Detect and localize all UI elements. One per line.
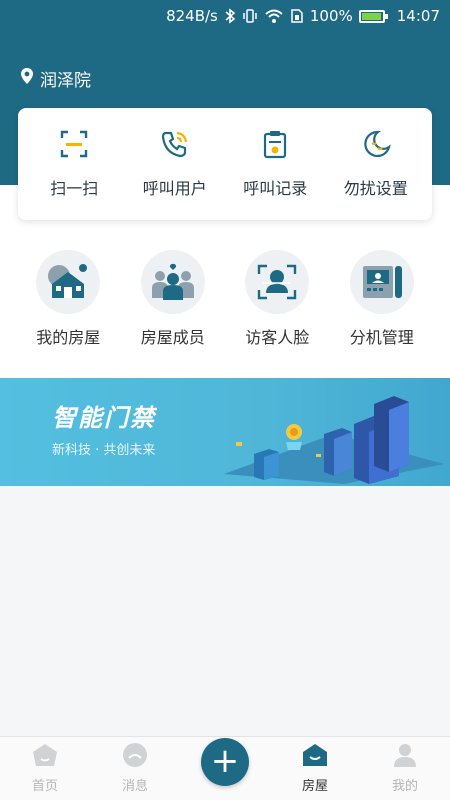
extension-management-button[interactable]: 分机管理 xyxy=(332,250,432,348)
do-not-disturb-label: 勿扰设置 xyxy=(343,179,408,198)
scan-button[interactable]: 扫一扫 xyxy=(24,129,124,199)
scan-label: 扫一扫 xyxy=(50,179,99,198)
message-icon xyxy=(121,742,149,772)
house-icon xyxy=(36,250,101,314)
tab-home[interactable]: 首页 xyxy=(0,737,90,800)
tab-add[interactable]: + xyxy=(180,737,270,800)
network-speed: 824B/s xyxy=(166,7,218,25)
clock: 14:07 xyxy=(396,7,440,25)
location-selector[interactable]: 润泽院 xyxy=(20,66,91,91)
moon-icon xyxy=(360,129,392,163)
plus-icon: + xyxy=(201,738,249,786)
promo-banner[interactable]: 智能门禁 新科技 · 共创未来 xyxy=(0,378,450,486)
clipboard-icon xyxy=(260,129,290,163)
home-icon xyxy=(31,742,59,772)
scan-icon xyxy=(59,129,89,163)
call-user-label: 呼叫用户 xyxy=(142,179,207,198)
my-house-button[interactable]: 我的房屋 xyxy=(18,250,118,348)
call-user-button[interactable]: 呼叫用户 xyxy=(125,129,225,199)
extension-management-label: 分机管理 xyxy=(349,328,414,347)
members-icon xyxy=(140,250,205,314)
function-grid: 我的房屋 房屋成员 访客人脸 分机管理 xyxy=(0,250,450,348)
battery-icon xyxy=(358,9,388,23)
phone-call-icon xyxy=(160,129,190,163)
call-records-button[interactable]: 呼叫记录 xyxy=(225,129,325,199)
call-records-label: 呼叫记录 xyxy=(243,179,308,198)
smart-city-illustration xyxy=(224,396,444,484)
tab-house[interactable]: 房屋 xyxy=(270,737,360,800)
banner-subtitle: 新科技 · 共创未来 xyxy=(52,443,156,458)
visitor-face-label: 访客人脸 xyxy=(245,328,310,347)
banner-title: 智能门禁 xyxy=(52,404,156,432)
tab-profile-label: 我的 xyxy=(391,779,418,794)
tab-profile[interactable]: 我的 xyxy=(360,737,450,800)
house-members-label: 房屋成员 xyxy=(140,328,205,347)
status-bar: 824B/s 100% 14:07 xyxy=(0,0,450,32)
location-pin-icon xyxy=(20,67,34,90)
house-tab-icon xyxy=(301,742,329,772)
my-house-label: 我的房屋 xyxy=(36,328,101,347)
wifi-icon xyxy=(264,8,284,24)
intercom-icon xyxy=(349,250,414,314)
visitor-face-button[interactable]: 访客人脸 xyxy=(227,250,327,348)
quick-action-card: 扫一扫 呼叫用户 呼叫记录 勿扰设置 xyxy=(18,108,432,220)
profile-icon xyxy=(391,742,419,772)
sim-icon xyxy=(290,8,304,24)
do-not-disturb-button[interactable]: 勿扰设置 xyxy=(326,129,426,199)
bottom-tab-bar: 首页 消息 + 房屋 我的 xyxy=(0,736,450,800)
tab-house-label: 房屋 xyxy=(301,779,328,794)
tab-messages[interactable]: 消息 xyxy=(90,737,180,800)
tab-messages-label: 消息 xyxy=(121,779,148,794)
face-icon xyxy=(245,250,310,314)
tab-home-label: 首页 xyxy=(31,779,58,794)
vibrate-icon xyxy=(242,8,258,24)
battery-percent: 100% xyxy=(309,7,353,25)
location-name: 润泽院 xyxy=(40,71,91,91)
bluetooth-icon xyxy=(224,8,236,24)
house-members-button[interactable]: 房屋成员 xyxy=(123,250,223,348)
